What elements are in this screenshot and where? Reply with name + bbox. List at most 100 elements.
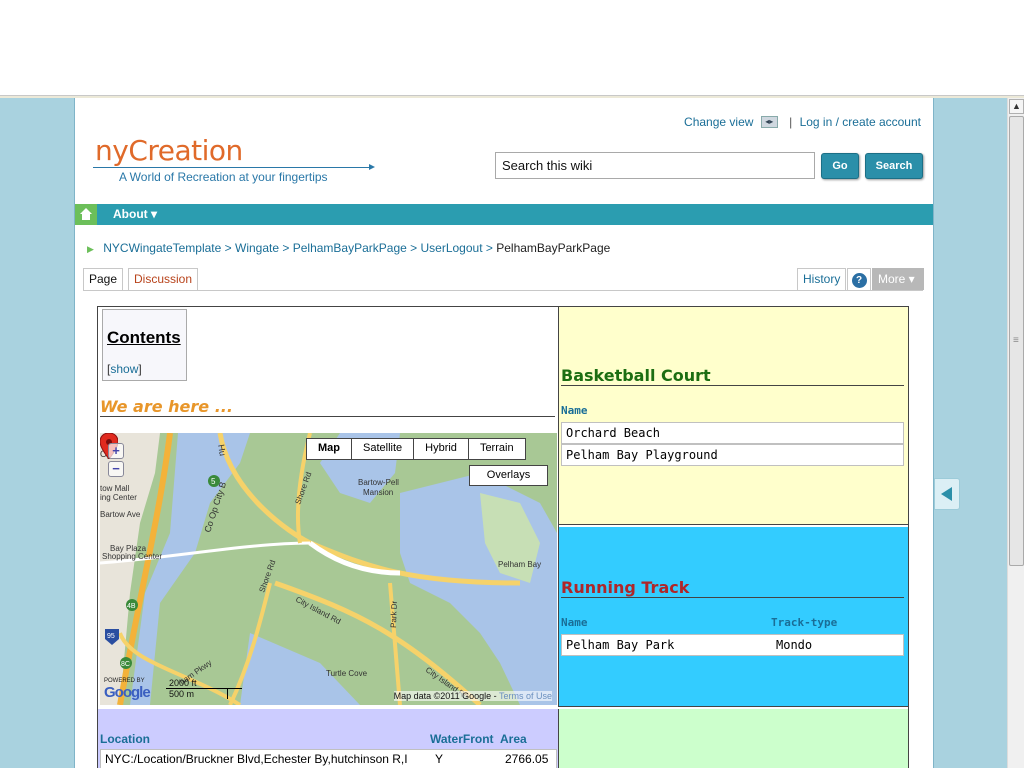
area-value: 2766.05 [505,752,549,766]
label-pelham-bay: Pelham Bay [498,560,541,569]
label-park-dr: Park Dr [389,600,399,628]
location-header: Location [100,732,150,746]
toc-toggle: [show] [107,362,182,376]
breadcrumb-item[interactable]: Wingate [235,241,279,255]
map-type-satellite[interactable]: Satellite [352,439,415,459]
we-are-here-heading: We are here ... [100,397,555,417]
go-button[interactable]: Go [821,153,859,179]
track-row-name: Pelham Bay Park [566,638,675,652]
tab-page[interactable]: Page [83,268,124,290]
scroll-up-icon[interactable]: ▲ [1009,99,1024,114]
location-cell: Location WaterFront Area NYC:/Location/B… [98,709,559,768]
label-shopping-center: Shopping Center [102,552,162,561]
label-bartow-pell: Bartow-Pell [358,478,399,487]
browser-top-area [0,0,1024,99]
empty-green-cell [559,709,908,768]
change-view-icon[interactable]: ◂▸ [760,115,778,128]
route-5-shield: 5 [211,477,216,486]
tabs-divider [83,290,923,291]
sidebar-collapse-icon[interactable] [934,478,960,510]
google-logo[interactable]: POWERED BY Google [104,678,151,701]
logo-text: nyCreation [95,134,243,167]
scale-ft: 2000 ft [166,678,242,689]
wiki-page: nyCreation A World of Recreation at your… [74,98,934,768]
breadcrumb-sep: > [406,241,421,255]
location-value: NYC:/Location/Bruckner Blvd,Echester By,… [105,752,408,766]
breadcrumb-current: PelhamBayParkPage [496,241,611,255]
link-separator: | [789,114,793,129]
site-logo[interactable]: nyCreation A World of Recreation at your… [93,134,375,194]
vertical-scrollbar[interactable]: ▲ [1007,98,1024,768]
tab-help[interactable]: ? [847,268,871,290]
map-credit: Map data ©2011 Google - Terms of Use [393,691,552,701]
basketball-name-header: Name [561,404,588,417]
breadcrumb-sep: > [221,241,236,255]
page-viewport: nyCreation A World of Recreation at your… [0,98,1007,768]
logo-arrow [93,164,375,170]
label-turtle-cove: Turtle Cove [326,669,368,678]
scroll-thumb[interactable] [1009,116,1024,566]
help-icon[interactable]: ? [851,273,867,288]
track-type-header: Track-type [771,616,838,629]
route-4b-shield: 4B [127,603,136,610]
map-scale: 2000 ft 500 m [166,678,242,699]
basketball-court-title: Basketball Court [561,366,904,386]
label-bartow-ave: Bartow Ave [100,510,141,519]
running-track-title: Running Track [561,578,904,598]
track-row[interactable]: Pelham Bay Park Mondo [561,634,904,656]
scale-m: 500 m [166,689,228,699]
label-ing-center: ing Center [100,493,137,502]
google-map[interactable]: Co Op City B Hu Op Bartow-Pell Mansion P… [100,433,557,705]
map-zoom-control: + − [108,443,126,479]
breadcrumb-sep: > [279,241,293,255]
breadcrumb: ▶ NYCWingateTemplate > Wingate > PelhamB… [87,241,610,255]
label-tow-mall: tow Mall [100,484,130,493]
breadcrumb-item[interactable]: NYCWingateTemplate [103,241,221,255]
change-view-link[interactable]: Change view [684,115,753,129]
main-navbar: About ▾ [75,204,933,225]
map-type-hybrid[interactable]: Hybrid [414,439,469,459]
tab-more[interactable]: More ▾ [872,268,924,290]
zoom-in-button[interactable]: + [108,443,124,459]
about-menu[interactable]: About ▾ [113,207,157,221]
breadcrumb-item[interactable]: PelhamBayParkPage [293,241,407,255]
home-icon[interactable] [75,204,97,225]
user-links: Change view ◂▸ | Log in / create account [684,114,921,129]
basketball-court-cell: Basketball Court Name Orchard Beach Pelh… [559,307,908,525]
toc-title: Contents [107,328,181,347]
location-row[interactable]: NYC:/Location/Bruckner Blvd,Echester By,… [100,749,557,768]
table-of-contents: Contents [show] [102,309,187,381]
label-mansion: Mansion [363,488,393,497]
basketball-row[interactable]: Pelham Bay Playground [561,444,904,466]
google-wordmark: Google [104,684,151,701]
map-credit-text: Map data ©2011 Google - [393,691,499,701]
waterfront-value: Y [435,752,444,766]
content-table: Contents [show] We are here ... Co Op Ci… [97,306,909,768]
overlays-button[interactable]: Overlays [469,465,548,486]
track-name-header: Name [561,616,588,629]
route-95-shield: 95 [107,633,115,640]
login-link[interactable]: Log in / create account [800,115,921,129]
label-hutch: Hu [216,444,228,457]
map-type-terrain[interactable]: Terrain [469,439,525,459]
map-type-control: Map Satellite Hybrid Terrain [306,438,526,460]
breadcrumb-arrow-icon: ▶ [87,244,94,254]
waterfront-header: WaterFront [430,732,494,746]
breadcrumb-item[interactable]: UserLogout [421,241,483,255]
search-button[interactable]: Search [865,153,923,179]
tab-history[interactable]: History [797,268,847,290]
toc-bracket: ] [138,362,142,376]
running-track-cell: Running Track Name Track-type Pelham Bay… [559,527,908,707]
route-8c-shield: 8C [121,661,130,668]
search-input[interactable] [495,152,815,179]
track-row-type: Mondo [776,638,813,652]
map-type-map[interactable]: Map [307,439,352,459]
basketball-row[interactable]: Orchard Beach [561,422,904,444]
zoom-out-button[interactable]: − [108,461,124,477]
tab-discussion[interactable]: Discussion [128,268,199,290]
toc-show-link[interactable]: show [110,362,138,376]
logo-tagline: A World of Recreation at your fingertips [119,170,328,184]
map-cell: Contents [show] We are here ... Co Op Ci… [98,307,559,707]
breadcrumb-sep: > [482,241,497,255]
terms-link[interactable]: Terms of Use [499,691,552,701]
